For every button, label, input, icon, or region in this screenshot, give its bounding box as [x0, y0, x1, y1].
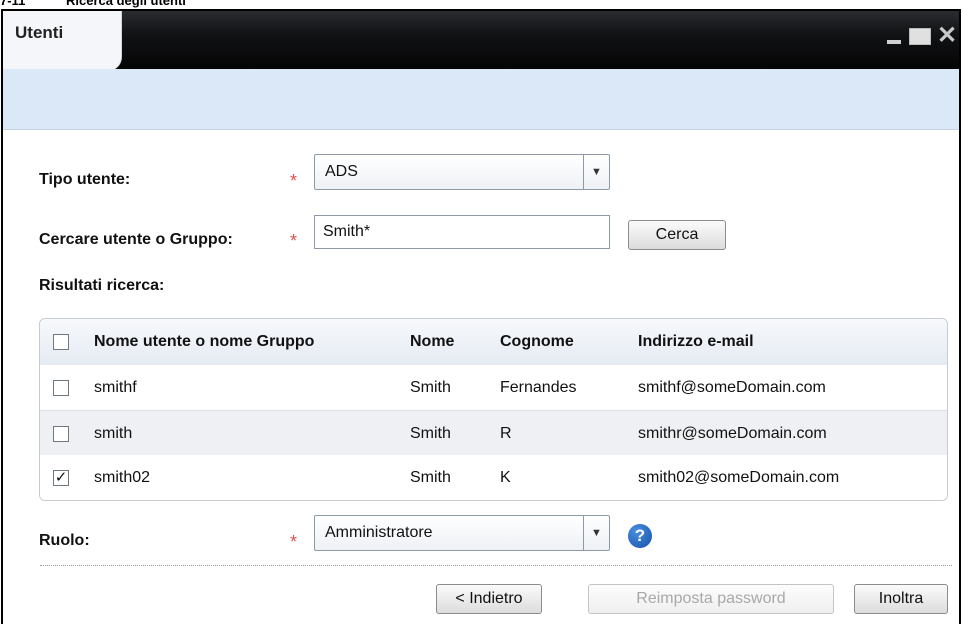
- role-select[interactable]: Amministratore ▼: [314, 515, 610, 551]
- username-cell: smith02: [94, 468, 151, 486]
- first-name-cell: Smith: [410, 378, 451, 396]
- title-bar: ✕: [3, 11, 959, 69]
- email-cell: smithf@someDomain.com: [638, 378, 826, 396]
- caption-text: Ricerca degli utenti: [66, 0, 186, 8]
- reset-password-button[interactable]: Reimposta password: [588, 584, 834, 614]
- search-label: Cercare utente o Gruppo:: [39, 231, 233, 248]
- tab-title: Utenti: [15, 23, 64, 42]
- select-all-checkbox[interactable]: [53, 334, 69, 350]
- role-label: Ruolo:: [39, 532, 90, 549]
- maximize-icon[interactable]: [909, 28, 931, 45]
- column-header[interactable]: Nome: [410, 319, 454, 365]
- search-button[interactable]: Cerca: [628, 220, 726, 250]
- required-marker: *: [290, 532, 298, 552]
- help-icon[interactable]: ?: [628, 524, 652, 548]
- tab-utenti[interactable]: Utenti: [3, 11, 122, 71]
- divider: [40, 565, 952, 566]
- row-checkbox[interactable]: [53, 379, 69, 396]
- check-icon: ✓: [54, 469, 68, 486]
- last-name-cell: K: [500, 468, 511, 486]
- caption-number: 7-11: [0, 0, 26, 8]
- user-type-label: Tipo utente:: [39, 171, 131, 188]
- close-icon[interactable]: ✕: [937, 21, 957, 49]
- last-name-cell: R: [500, 424, 512, 442]
- required-marker: *: [290, 171, 298, 191]
- results-table: Nome utente o nome Gruppo Nome Cognome I…: [39, 318, 948, 501]
- figure-caption: 7-11 Ricerca degli utenti: [0, 0, 963, 8]
- table-row[interactable]: smithf Smith Fernandes smithf@someDomain…: [40, 365, 947, 410]
- table-header: Nome utente o nome Gruppo Nome Cognome I…: [40, 319, 947, 366]
- row-checkbox-checked[interactable]: ✓: [53, 469, 69, 486]
- chevron-down-icon[interactable]: ▼: [583, 155, 609, 189]
- toolbar-band: [3, 69, 959, 130]
- row-checkbox[interactable]: [53, 425, 69, 442]
- results-label: Risultati ricerca:: [39, 277, 165, 294]
- column-header[interactable]: Indirizzo e-mail: [638, 319, 754, 365]
- first-name-cell: Smith: [410, 468, 451, 486]
- first-name-cell: Smith: [410, 424, 451, 442]
- back-button[interactable]: < Indietro: [436, 584, 542, 614]
- users-window: ✕ Utenti Tipo utente: * ADS ▼ Cercare ut…: [1, 9, 961, 624]
- table-row[interactable]: ✓ smith02 Smith K smith02@someDomain.com: [40, 455, 947, 500]
- email-cell: smithr@someDomain.com: [638, 424, 827, 442]
- table-row[interactable]: smith Smith R smithr@someDomain.com: [40, 410, 947, 457]
- search-input[interactable]: [314, 215, 610, 249]
- column-header[interactable]: Cognome: [500, 319, 574, 365]
- chevron-down-icon[interactable]: ▼: [583, 516, 609, 550]
- username-cell: smith: [94, 424, 133, 442]
- user-type-select[interactable]: ADS ▼: [314, 154, 610, 190]
- submit-button[interactable]: Inoltra: [854, 584, 948, 614]
- minimize-icon[interactable]: [887, 40, 901, 44]
- user-type-value: ADS: [325, 163, 358, 180]
- required-marker: *: [290, 231, 298, 251]
- email-cell: smith02@someDomain.com: [638, 468, 840, 486]
- username-cell: smithf: [94, 378, 137, 396]
- last-name-cell: Fernandes: [500, 378, 577, 396]
- role-value: Amministratore: [325, 524, 433, 541]
- column-header[interactable]: Nome utente o nome Gruppo: [94, 319, 314, 365]
